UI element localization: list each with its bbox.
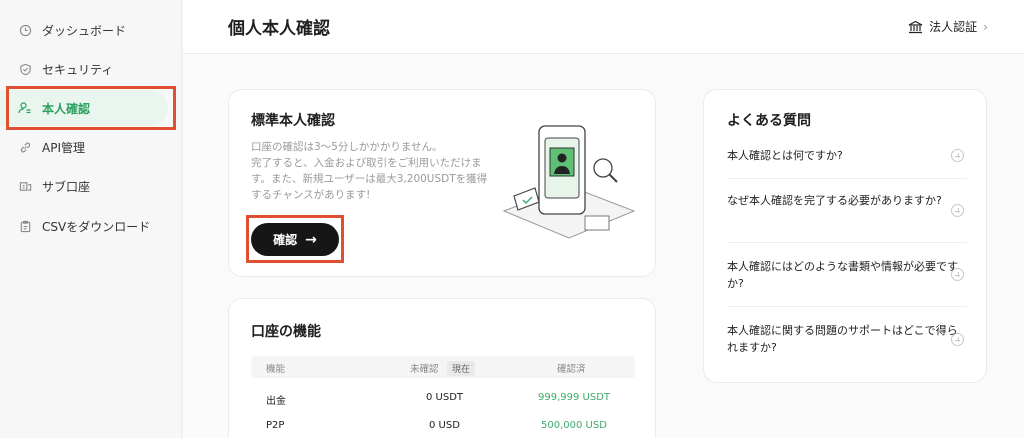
confirm-button-label: 確認 <box>273 233 298 247</box>
user-check-icon <box>18 101 32 115</box>
verification-title: 標準本人確認 <box>251 113 335 129</box>
verified-limit: 500,000 USD <box>541 420 607 431</box>
bank-icon <box>908 20 923 34</box>
accounts-icon <box>18 179 32 193</box>
features-table-header: 機能 未確認 現在 確認済 <box>251 356 635 378</box>
clock-icon <box>18 23 32 37</box>
description-line-1: 口座の確認は3〜5分しかかかりません。 <box>251 141 443 153</box>
divider <box>727 306 967 307</box>
divider <box>727 178 967 179</box>
sidebar-item-subaccount[interactable]: サブ口座 <box>0 168 182 204</box>
sidebar-item-label: セキュリティ <box>42 62 114 77</box>
faq-question: 本人確認にはどのような書類や情報が必要ですか? <box>727 260 958 290</box>
verified-limit: 999,999 USDT <box>538 392 611 403</box>
sidebar-item-label: API管理 <box>42 140 85 155</box>
confirm-button[interactable]: 確認 → <box>251 223 339 256</box>
sidebar-item-security[interactable]: セキュリティ <box>0 51 182 87</box>
current-badge: 現在 <box>447 361 476 376</box>
sidebar-item-dashboard[interactable]: ダッシュボード <box>0 12 182 48</box>
faq-question: 本人確認とは何ですか? <box>727 149 843 162</box>
table-row: P2P 0 USD 500,000 USD <box>251 417 635 437</box>
chevron-right-icon: › <box>983 19 988 34</box>
header-bar: 個人本人確認 法人認証 › <box>183 0 1024 54</box>
arrow-right-icon: → <box>305 231 317 248</box>
description-line-2: 完了すると、入金および取引をご利用いただけます。また、新規ユーザーは最大3,20… <box>251 157 488 201</box>
sidebar-item-label: 本人確認 <box>42 101 91 116</box>
header-unverified: 未確認 <box>410 364 439 375</box>
faq-card: よくある質問 本人確認とは何ですか? なぜ本人確認を完了する必要がありますか? … <box>703 89 987 383</box>
faq-item[interactable]: 本人確認にはどのような書類や情報が必要ですか? <box>727 258 965 292</box>
features-title: 口座の機能 <box>251 324 321 340</box>
feature-name: P2P <box>266 420 285 431</box>
faq-title: よくある質問 <box>727 113 811 129</box>
unverified-limit: 0 USD <box>429 420 460 431</box>
main-content: 個人本人確認 法人認証 › 標準本人確認 口座の確認は3〜5分しかかかりません。… <box>183 0 1024 438</box>
feature-name: 出金 <box>266 396 286 407</box>
sidebar-item-label: サブ口座 <box>42 179 91 194</box>
unverified-limit: 0 USDT <box>426 392 464 403</box>
expand-plus-icon[interactable] <box>951 333 964 346</box>
expand-plus-icon[interactable] <box>951 149 964 162</box>
id-verification-illustration <box>502 125 636 239</box>
shield-icon <box>18 62 32 76</box>
sidebar-item-api[interactable]: API管理 <box>0 129 182 165</box>
sidebar-item-label: CSVをダウンロード <box>42 219 151 234</box>
standard-verification-card: 標準本人確認 口座の確認は3〜5分しかかかりません。 完了すると、入金および取引… <box>228 89 656 277</box>
faq-item[interactable]: 本人確認に関する問題のサポートはどこで得られますか? <box>727 322 965 356</box>
sidebar-item-label: ダッシュボード <box>42 23 127 38</box>
link-icon <box>18 140 32 154</box>
page-title: 個人本人確認 <box>228 19 330 39</box>
faq-item[interactable]: 本人確認とは何ですか? <box>727 147 965 164</box>
expand-plus-icon[interactable] <box>951 204 964 217</box>
header-verified: 確認済 <box>557 364 586 375</box>
divider <box>727 242 967 243</box>
header-feature: 機能 <box>266 364 286 375</box>
faq-item[interactable]: なぜ本人確認を完了する必要がありますか? <box>727 192 965 209</box>
sidebar-item-identity[interactable]: 本人確認 <box>0 90 168 126</box>
verification-description: 口座の確認は3〜5分しかかかりません。 完了すると、入金および取引をご利用いただ… <box>251 139 495 203</box>
faq-question: 本人確認に関する問題のサポートはどこで得られますか? <box>727 324 958 354</box>
clipboard-icon <box>18 219 32 233</box>
faq-question: なぜ本人確認を完了する必要がありますか? <box>727 194 942 207</box>
table-row: 出金 0 USDT 999,999 USDT <box>251 389 635 409</box>
sidebar-item-csv[interactable]: CSVをダウンロード <box>0 208 182 244</box>
corporate-verification-link[interactable]: 法人認証 › <box>908 18 988 35</box>
account-features-card: 口座の機能 機能 未確認 現在 確認済 出金 0 USDT 999,999 US… <box>228 298 656 438</box>
expand-plus-icon[interactable] <box>951 268 964 281</box>
corporate-link-label: 法人認証 <box>929 20 978 34</box>
sidebar: ダッシュボード セキュリティ 本人確認 API管理 サブ口座 CSVをダウンロー… <box>0 0 182 438</box>
